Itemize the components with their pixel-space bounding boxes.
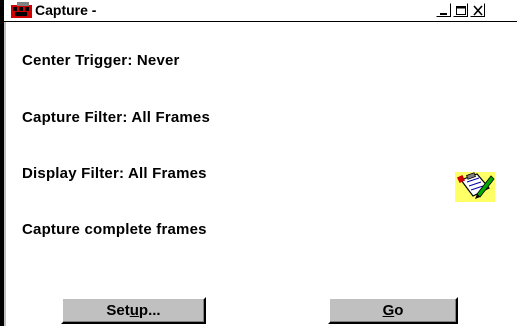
center-trigger-label: Center Trigger: Never (22, 52, 180, 69)
setup-button[interactable]: Setup... (61, 297, 206, 324)
close-button[interactable] (470, 3, 485, 17)
minimize-button[interactable] (436, 3, 451, 17)
window-left-bevel (4, 22, 6, 326)
maximize-button[interactable] (453, 3, 468, 17)
capture-window: Capture - Center Trigger: Never Capture … (0, 0, 517, 326)
close-icon (473, 5, 483, 16)
minimize-icon (440, 13, 447, 15)
go-button[interactable]: Go (328, 297, 458, 324)
title-bar[interactable]: Capture - (4, 0, 517, 22)
capture-app-icon[interactable] (11, 2, 33, 18)
clipboard-pencil-icon[interactable] (455, 168, 495, 202)
display-filter-label: Display Filter: All Frames (22, 165, 207, 182)
capture-filter-label: Capture Filter: All Frames (22, 109, 211, 126)
maximize-icon (456, 6, 466, 15)
capture-mode-label: Capture complete frames (22, 221, 207, 238)
window-title: Capture - (35, 2, 97, 18)
